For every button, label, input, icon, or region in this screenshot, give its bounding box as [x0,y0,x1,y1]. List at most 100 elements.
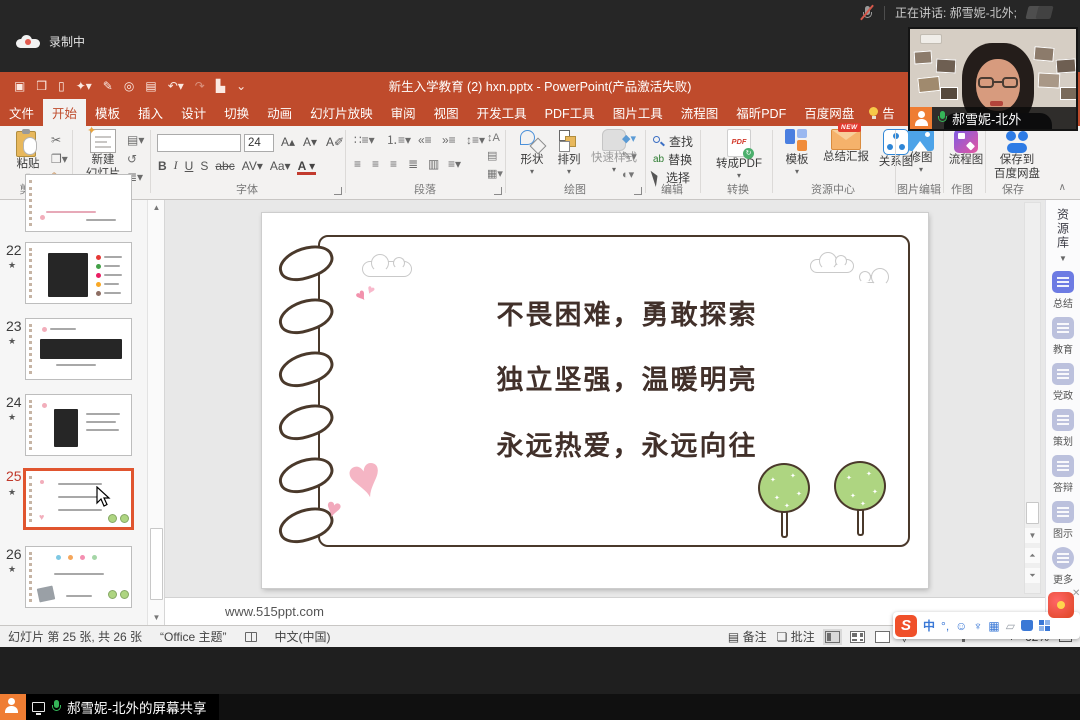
numbering-icon[interactable]: ⒈≡▾ [386,134,411,146]
sogou-logo-icon[interactable]: S [895,615,917,637]
slide-thumbnail-21[interactable] [25,174,132,232]
chart-icon[interactable]: ▙ [216,79,225,93]
shape-fill-icon[interactable]: ◆▾ [622,132,637,145]
bold-button[interactable]: B [158,159,167,173]
smartart-convert-icon[interactable]: ▦▾ [487,167,503,180]
theme-name[interactable]: “Office 主题” [160,628,226,645]
tab-view[interactable]: 视图 [425,99,468,126]
paragraph-dialog-launcher[interactable] [494,187,502,195]
scrollbar-thumb[interactable] [1026,502,1039,524]
ime-punctuation-icon[interactable]: °, [941,620,949,632]
convert-to-pdf-button[interactable]: PDF↻ 转成PDF ▾ [712,129,766,180]
reading-view-icon[interactable] [875,631,890,643]
webcam-video[interactable]: 郝雪妮-北外 [908,27,1078,131]
slide-text-line-3[interactable]: 永远热爱，永远向往 [372,424,882,463]
tab-flowchart[interactable]: 流程图 [672,99,728,126]
bullets-icon[interactable]: ∷≡▾ [354,134,375,146]
increase-indent-icon[interactable]: »≡ [442,134,456,146]
thumbnail-scrollbar[interactable]: ▲ ▼ [147,200,164,625]
slide-layout-icon[interactable]: ▤▾ [127,134,144,146]
tab-home[interactable]: 开始 [43,99,86,126]
slide-sorter-view-icon[interactable] [850,631,865,643]
ime-skin-icon[interactable] [1021,620,1033,631]
tab-review[interactable]: 审阅 [382,99,425,126]
notes-toggle[interactable]: ▤ 备注 [728,628,767,645]
sidebar-item-party[interactable]: 党政 [1052,363,1074,402]
paragraph-more-icon[interactable]: ≡▾ [448,158,461,170]
tab-foxit-pdf[interactable]: 福昕PDF [727,99,795,126]
shapes-button[interactable]: 形状 ▾ [515,129,549,176]
sidebar-item-summary[interactable]: 总结 [1052,271,1074,310]
drawing-dialog-launcher[interactable] [634,187,642,195]
slide-thumbnail-26[interactable] [25,546,132,608]
slide-thumbnail-24[interactable] [25,394,132,456]
ime-mode-chinese[interactable]: 中 [923,620,935,632]
ime-mic-icon[interactable]: ♆ [973,620,982,632]
ime-grid-icon[interactable] [1039,620,1050,631]
clear-format-icon[interactable]: A✐ [326,136,344,148]
scroll-up-icon[interactable]: ▲ [149,200,164,215]
slide-text-line-1[interactable]: 不畏困难，勇敢探索 [372,293,882,332]
slide-canvas[interactable]: ♥ ♥ 不畏困难，勇敢探索 独立坚强，温暖明亮 永远热爱，永远向往 ♥ ♥ ✦✦… [262,213,928,588]
scroll-down-icon[interactable]: ▼ [1025,528,1040,543]
slideshow-icon[interactable]: ▤ [145,79,156,93]
tab-design[interactable]: 设计 [172,99,215,126]
char-spacing-button[interactable]: AV▾ [242,159,263,173]
sidebar-item-more[interactable]: 更多 [1052,547,1074,586]
previous-slide-icon[interactable]: ⏶ [1025,548,1040,563]
sidebar-item-defense[interactable]: 答辩 [1052,455,1074,494]
change-case-button[interactable]: Aa▾ [270,159,291,173]
font-name-input[interactable] [157,134,241,152]
touch-mode-icon[interactable]: ✦▾ [76,79,92,93]
decrease-indent-icon[interactable]: «≡ [418,134,432,146]
scroll-down-icon[interactable]: ▼ [149,610,164,625]
align-right-icon[interactable]: ≡ [390,158,397,170]
new-file-icon[interactable]: ▯ [58,79,65,93]
strikethrough-button[interactable]: abc [215,159,234,173]
sidebar-item-education[interactable]: 教育 [1052,317,1074,356]
sidebar-item-planning[interactable]: 策划 [1052,409,1074,448]
summary-report-button[interactable]: NEW 总结汇报 [818,129,874,164]
spellcheck-icon[interactable] [245,632,257,642]
tell-me-box[interactable]: 告 [863,99,901,126]
tab-baidu-netdisk[interactable]: 百度网盘 [795,99,863,126]
tab-animations[interactable]: 动画 [258,99,301,126]
align-center-icon[interactable]: ≡ [372,158,379,170]
retouch-button[interactable]: 修图 ▾ [903,129,939,174]
paste-button[interactable]: 粘贴 ▾ [7,129,49,180]
editor-scrollbar[interactable]: ▼ ⏶ ⏷ [1024,202,1041,594]
preview-icon[interactable]: ◎ [124,79,134,93]
grow-font-icon[interactable]: A▴ [281,136,295,148]
slide-thumbnail-25-selected[interactable]: ♥ [23,468,134,530]
align-text-icon[interactable]: ▤ [487,149,503,162]
slide-text-line-2[interactable]: 独立坚强，温暖明亮 [372,358,882,397]
tab-insert[interactable]: 插入 [129,99,172,126]
cut-icon[interactable]: ✂ [51,134,61,146]
replace-button[interactable]: ab 替换 [653,151,692,168]
shrink-font-icon[interactable]: A▾ [303,136,317,148]
text-direction-icon[interactable]: ↕A [487,132,503,144]
tab-transitions[interactable]: 切换 [215,99,258,126]
italic-button[interactable]: I [174,158,178,173]
tab-picture-tools[interactable]: 图片工具 [604,99,672,126]
pen-icon[interactable]: ✎ [103,79,113,93]
sidebar-caret-icon[interactable]: ▼ [1059,254,1067,263]
normal-view-icon[interactable] [825,631,840,643]
flowchart-button[interactable]: 流程图 [948,129,984,167]
save-icon[interactable]: ▣ [14,79,25,93]
language-indicator[interactable]: 中文(中国) [275,628,331,645]
tab-slideshow[interactable]: 幻灯片放映 [301,99,382,126]
sidebar-item-diagram[interactable]: 图示 [1052,501,1074,540]
find-button[interactable]: 查找 [653,133,693,150]
redo-icon[interactable]: ↷ [195,79,205,93]
scrollbar-thumb[interactable] [150,528,163,600]
tab-file[interactable]: 文件 [0,99,43,126]
template-button[interactable]: 模板 ▾ [780,129,814,176]
columns-icon[interactable]: ▥ [428,158,439,170]
underline-button[interactable]: U [185,159,194,173]
tab-template[interactable]: 模板 [86,99,129,126]
promo-close-icon[interactable]: ✕ [1072,588,1080,599]
promo-gift-icon[interactable] [1048,592,1074,618]
tab-pdf-tools[interactable]: PDF工具 [536,99,604,126]
ime-keyboard-icon[interactable]: ▦ [988,620,999,632]
